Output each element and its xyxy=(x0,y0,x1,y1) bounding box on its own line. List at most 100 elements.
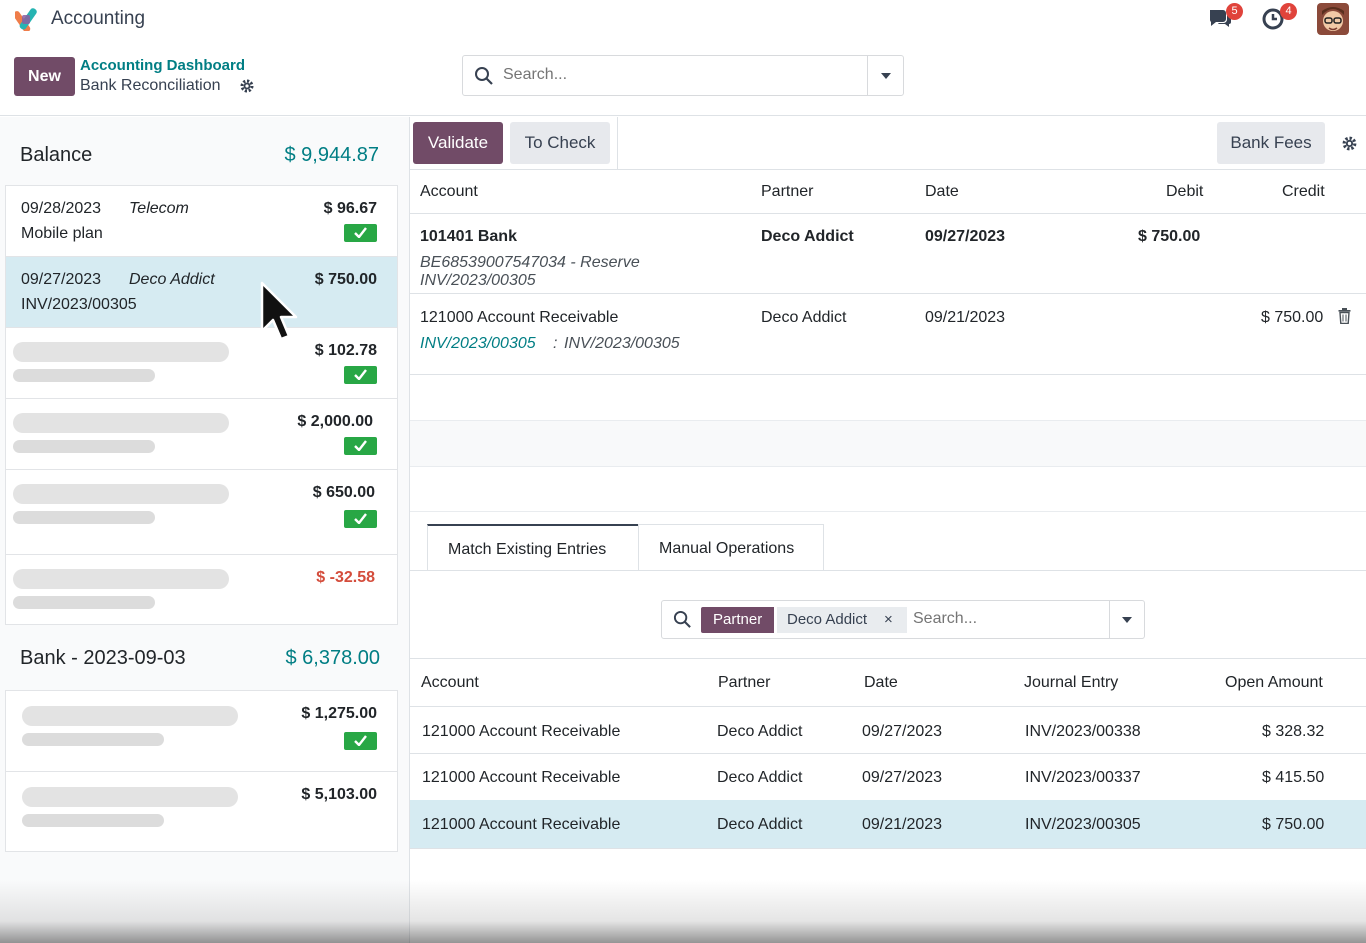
caret-down-icon xyxy=(1122,617,1132,623)
loading-placeholder xyxy=(22,733,164,746)
col-header-account: Account xyxy=(421,674,479,691)
loading-placeholder xyxy=(22,787,238,807)
match-date: 09/21/2023 xyxy=(862,816,943,833)
search-input[interactable] xyxy=(503,66,863,84)
search-options-toggle[interactable] xyxy=(867,56,903,95)
new-button[interactable]: New xyxy=(14,57,75,96)
table-divider xyxy=(410,706,1366,707)
empty-row xyxy=(410,375,1366,420)
statement-line[interactable]: $ 102.78 xyxy=(5,327,398,398)
loading-placeholder xyxy=(13,596,155,609)
line-bank-account: BE68539007547034 - Reserve xyxy=(420,254,640,271)
match-journal-entry: INV/2023/00338 xyxy=(1025,723,1141,740)
empty-row xyxy=(410,421,1366,466)
line-partner: Deco Addict xyxy=(761,309,847,326)
statement-amount: $ 2,000.00 xyxy=(297,413,373,430)
journal-name: Balance xyxy=(20,144,93,166)
match-partner: Deco Addict xyxy=(717,723,803,740)
statement-date: 09/27/2023 xyxy=(21,271,102,288)
statement-amount: $ 5,103.00 xyxy=(301,786,377,803)
facet-remove-icon[interactable]: × xyxy=(884,607,893,633)
line-debit: $ 750.00 xyxy=(1138,228,1201,245)
table-divider xyxy=(410,466,1366,467)
statement-line[interactable]: 09/28/2023 Telecom Mobile plan $ 96.67 xyxy=(5,185,398,256)
statement-line[interactable]: $ -32.58 xyxy=(5,554,398,625)
line-separator: : xyxy=(553,335,558,352)
statement-amount: $ 1,275.00 xyxy=(301,705,377,722)
tab-manual-operations[interactable]: Manual Operations xyxy=(638,524,824,571)
statement-amount: $ 96.67 xyxy=(323,200,377,217)
toolbar-divider xyxy=(617,117,618,169)
statement-line[interactable]: $ 650.00 xyxy=(5,469,398,554)
loading-placeholder xyxy=(13,511,155,524)
check-icon xyxy=(354,227,367,238)
match-search-options-toggle[interactable] xyxy=(1109,601,1144,638)
statement-partner: Deco Addict xyxy=(129,271,215,288)
validate-button[interactable]: Validate xyxy=(413,122,503,164)
loading-placeholder xyxy=(22,814,164,827)
table-divider xyxy=(410,511,1366,512)
header-divider xyxy=(0,115,1366,116)
user-avatar[interactable] xyxy=(1317,3,1349,35)
line-reference: INV/2023/00305 xyxy=(564,335,680,352)
statement-label: INV/2023/00305 xyxy=(21,296,137,313)
statement-line[interactable]: $ 1,275.00 xyxy=(5,690,398,771)
journal-balance: $ 6,378.00 xyxy=(285,647,380,669)
statement-amount: $ 650.00 xyxy=(312,484,375,501)
reconciled-badge xyxy=(344,366,377,384)
messages-button[interactable]: 5 xyxy=(1207,3,1243,33)
statement-lines-panel: Balance $ 9,944.87 09/28/2023 Telecom Mo… xyxy=(0,117,409,943)
gear-icon[interactable] xyxy=(239,78,255,94)
match-partner: Deco Addict xyxy=(717,816,803,833)
statement-line-selected[interactable]: 09/27/2023 Deco Addict INV/2023/00305 $ … xyxy=(5,256,398,327)
facet-partner-label: Partner xyxy=(701,607,775,633)
statement-line[interactable]: $ 5,103.00 xyxy=(5,771,398,852)
to-check-button[interactable]: To Check xyxy=(510,122,610,164)
line-date: 09/27/2023 xyxy=(925,228,1006,245)
loading-placeholder xyxy=(13,342,229,362)
loading-placeholder xyxy=(13,440,155,453)
col-header-credit: Credit xyxy=(1282,183,1325,200)
search-bar[interactable] xyxy=(462,55,904,96)
col-header-account: Account xyxy=(420,183,478,200)
activities-badge: 4 xyxy=(1280,3,1297,20)
loading-placeholder xyxy=(22,706,238,726)
search-icon xyxy=(673,610,691,628)
activities-button[interactable]: 4 xyxy=(1261,3,1297,33)
messages-badge: 5 xyxy=(1226,3,1243,20)
match-account: 121000 Account Receivable xyxy=(422,816,621,833)
breadcrumb-current: Bank Reconciliation xyxy=(80,77,221,94)
line-invoice-link[interactable]: INV/2023/00305 xyxy=(420,335,536,353)
gear-icon[interactable] xyxy=(1341,135,1358,152)
col-header-date: Date xyxy=(864,674,898,691)
statement-line[interactable]: $ 2,000.00 xyxy=(5,398,398,469)
table-row-selected[interactable]: 121000 Account Receivable Deco Addict 09… xyxy=(410,800,1366,848)
loading-placeholder xyxy=(13,369,155,382)
mouse-cursor-icon xyxy=(260,281,298,341)
journal-name: Bank - 2023-09-03 xyxy=(20,647,186,669)
tab-match-existing-entries[interactable]: Match Existing Entries xyxy=(427,524,639,571)
breadcrumb-accounting-dashboard[interactable]: Accounting Dashboard xyxy=(80,57,245,74)
table-divider xyxy=(410,658,1366,659)
bank-fees-button[interactable]: Bank Fees xyxy=(1217,122,1325,164)
match-open-amount: $ 415.50 xyxy=(1262,769,1325,786)
journal-balance: $ 9,944.87 xyxy=(284,144,379,166)
match-search-bar[interactable]: Partner Deco Addict × xyxy=(661,600,1145,639)
app-logo-icon[interactable] xyxy=(15,5,39,31)
col-header-date: Date xyxy=(925,183,959,200)
statement-date: 09/28/2023 xyxy=(21,200,102,217)
match-partner: Deco Addict xyxy=(717,769,803,786)
loading-placeholder xyxy=(13,413,229,433)
search-icon xyxy=(475,67,493,85)
match-journal-entry: INV/2023/00305 xyxy=(1025,816,1141,833)
tab-label: Manual Operations xyxy=(659,540,795,557)
journal-header-balance: Balance $ 9,944.87 xyxy=(0,120,409,186)
reconciled-badge xyxy=(344,732,377,750)
reconciled-badge xyxy=(344,437,377,455)
col-header-journal-entry: Journal Entry xyxy=(1024,674,1119,691)
col-header-partner: Partner xyxy=(761,183,814,200)
app-title[interactable]: Accounting xyxy=(51,8,145,30)
match-search-input[interactable] xyxy=(913,610,1103,628)
reconciled-badge xyxy=(344,224,377,242)
trash-icon[interactable] xyxy=(1338,308,1351,324)
